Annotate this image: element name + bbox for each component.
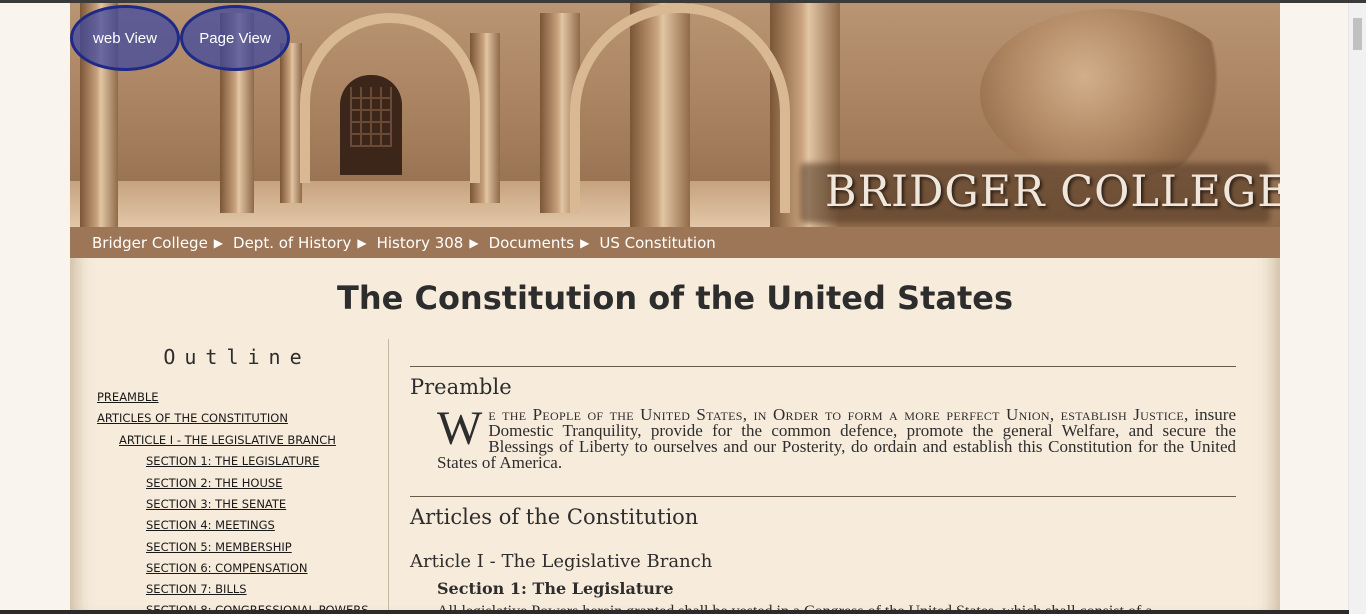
breadcrumb-link-course[interactable]: History 308 [377,234,464,252]
banner-pillar [280,43,302,203]
outline-link-section-4[interactable]: SECTION 4: MEETINGS [146,518,275,532]
vertical-scrollbar[interactable] [1348,3,1366,614]
college-logo-text: BRIDGER COLLEGE [825,167,1280,217]
header-banner: BRIDGER COLLEGE web View Page View [70,3,1280,227]
page-container: BRIDGER COLLEGE web View Page View Bridg… [70,3,1280,614]
page-title: The Constitution of the United States [337,279,1013,317]
breadcrumb-link-documents[interactable]: Documents [489,234,575,252]
section-divider [410,366,1236,367]
preamble-text: W e the People of the United States, in … [437,402,1236,472]
breadcrumb-arrow-icon: ▶ [469,235,479,250]
banner-tree [980,9,1240,179]
preamble-dropcap: W [437,402,483,455]
breadcrumb-link-college[interactable]: Bridger College [92,234,208,252]
breadcrumb-current-page[interactable]: US Constitution [599,234,715,252]
outline-link-section-3[interactable]: SECTION 3: THE SENATE [146,497,286,511]
banner-arch [570,3,790,213]
outline-link-preamble[interactable]: PREAMBLE [97,390,159,404]
breadcrumb-link-department[interactable]: Dept. of History [233,234,351,252]
outline-link-article-1[interactable]: ARTICLE I - THE LEGISLATIVE BRANCH [119,433,336,447]
outline-link-section-7[interactable]: SECTION 7: BILLS [146,582,247,596]
window-bottom-border [0,610,1349,614]
scrollbar-thumb[interactable] [1353,18,1362,50]
outline-link-section-5[interactable]: SECTION 5: MEMBERSHIP [146,540,292,554]
outline-sidebar: Outline PREAMBLE ARTICLES OF THE CONSTIT… [70,339,389,614]
preamble-heading: Preamble [410,375,512,399]
section-1-heading: Section 1: The Legislature [437,579,674,598]
outline-link-section-2[interactable]: SECTION 2: THE HOUSE [146,476,282,490]
page-view-button[interactable]: Page View [180,5,290,71]
breadcrumb: Bridger College ▶ Dept. of History ▶ His… [70,227,1280,258]
breadcrumb-arrow-icon: ▶ [213,235,224,250]
banner-door-window [350,87,392,147]
breadcrumb-arrow-icon: ▶ [580,235,590,250]
section-divider [410,496,1236,497]
outline-link-section-6[interactable]: SECTION 6: COMPENSATION [146,561,308,575]
outline-link-section-1[interactable]: SECTION 1: THE LEGISLATURE [146,454,319,468]
outline-title: Outline [163,345,311,369]
article-1-heading: Article I - The Legislative Branch [410,551,713,572]
breadcrumb-arrow-icon: ▶ [357,235,367,250]
outline-link-articles[interactable]: ARTICLES OF THE CONSTITUTION [97,411,288,425]
web-view-button[interactable]: web View [70,5,180,71]
articles-heading: Articles of the Constitution [410,505,699,529]
